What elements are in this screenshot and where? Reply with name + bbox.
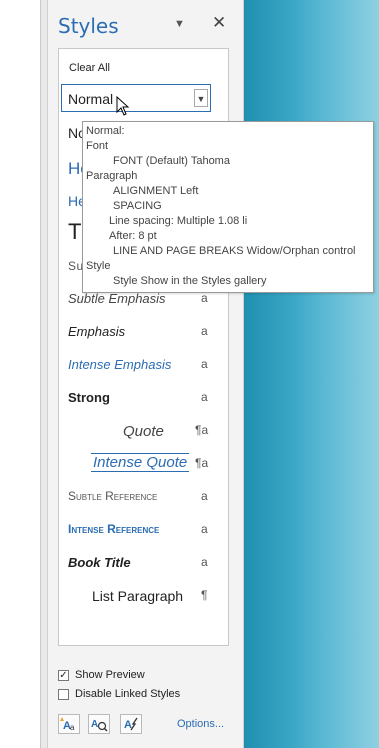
disable-linked-styles-checkbox[interactable]: [58, 689, 69, 700]
style-item-emphasis[interactable]: Emphasis a: [59, 318, 228, 346]
show-preview-checkbox[interactable]: ✓: [58, 670, 69, 681]
style-item-book-title[interactable]: Book Title a: [59, 549, 228, 577]
style-item-intense-reference[interactable]: Intense Reference a: [59, 516, 228, 544]
tooltip-spacing-heading: SPACING: [113, 200, 162, 212]
document-page[interactable]: [0, 0, 41, 748]
new-style-button[interactable]: A a: [58, 714, 80, 734]
options-link[interactable]: Options...: [177, 718, 224, 730]
svg-text:A: A: [91, 719, 98, 730]
clear-all-item[interactable]: Clear All: [69, 62, 110, 74]
selected-style-label: Normal: [68, 91, 114, 107]
tooltip-alignment-detail: ALIGNMENT Left: [113, 185, 199, 197]
style-item-intense-quote[interactable]: Intense Quote ¶a: [59, 450, 228, 478]
chevron-down-icon[interactable]: ▼: [194, 89, 208, 107]
style-item-intense-emphasis[interactable]: Intense Emphasis a: [59, 351, 228, 379]
tooltip-section-style: Style: [86, 260, 111, 272]
close-icon[interactable]: ✕: [212, 13, 226, 33]
style-item-subtle-reference[interactable]: Subtle Reference a: [59, 483, 228, 511]
style-item-strong[interactable]: Strong a: [59, 384, 228, 412]
tooltip-style-gallery-detail: Style Show in the Styles gallery: [113, 275, 267, 287]
styles-pane: Styles ▼ ✕ Clear All Normal ▼ Normal ¶ H…: [47, 0, 244, 748]
tooltip-section-font: Font: [86, 140, 109, 152]
tooltip-line-spacing-detail: Line spacing: Multiple 1.08 li: [109, 215, 248, 227]
pane-options-dropdown-icon[interactable]: ▼: [174, 18, 185, 30]
manage-styles-button[interactable]: A: [120, 714, 142, 734]
pane-title: Styles: [58, 14, 119, 38]
desktop-background: [244, 0, 379, 748]
document-area: [0, 0, 47, 748]
manage-styles-icon: A: [124, 717, 138, 731]
tooltip-section-paragraph: Paragraph: [86, 170, 138, 182]
tooltip-after-detail: After: 8 pt: [109, 230, 157, 242]
style-item-quote[interactable]: Quote ¶a: [59, 417, 228, 445]
style-description-tooltip: Normal: Font FONT (Default) Tahoma Parag…: [82, 121, 374, 293]
style-item-list-paragraph[interactable]: List Paragraph ¶: [59, 582, 228, 610]
style-inspector-button[interactable]: A: [88, 714, 110, 734]
tooltip-line-page-breaks-detail: LINE AND PAGE BREAKS Widow/Orphan contro…: [113, 245, 356, 257]
selected-style-field[interactable]: Normal ▼: [61, 84, 211, 112]
style-inspector-icon: A: [91, 719, 108, 732]
tooltip-font-detail: FONT (Default) Tahoma: [113, 155, 230, 167]
svg-text:a: a: [70, 723, 75, 732]
new-style-icon: A a: [60, 717, 75, 732]
mouse-cursor-icon: [116, 96, 130, 116]
tooltip-style-name: Normal:: [86, 125, 125, 137]
